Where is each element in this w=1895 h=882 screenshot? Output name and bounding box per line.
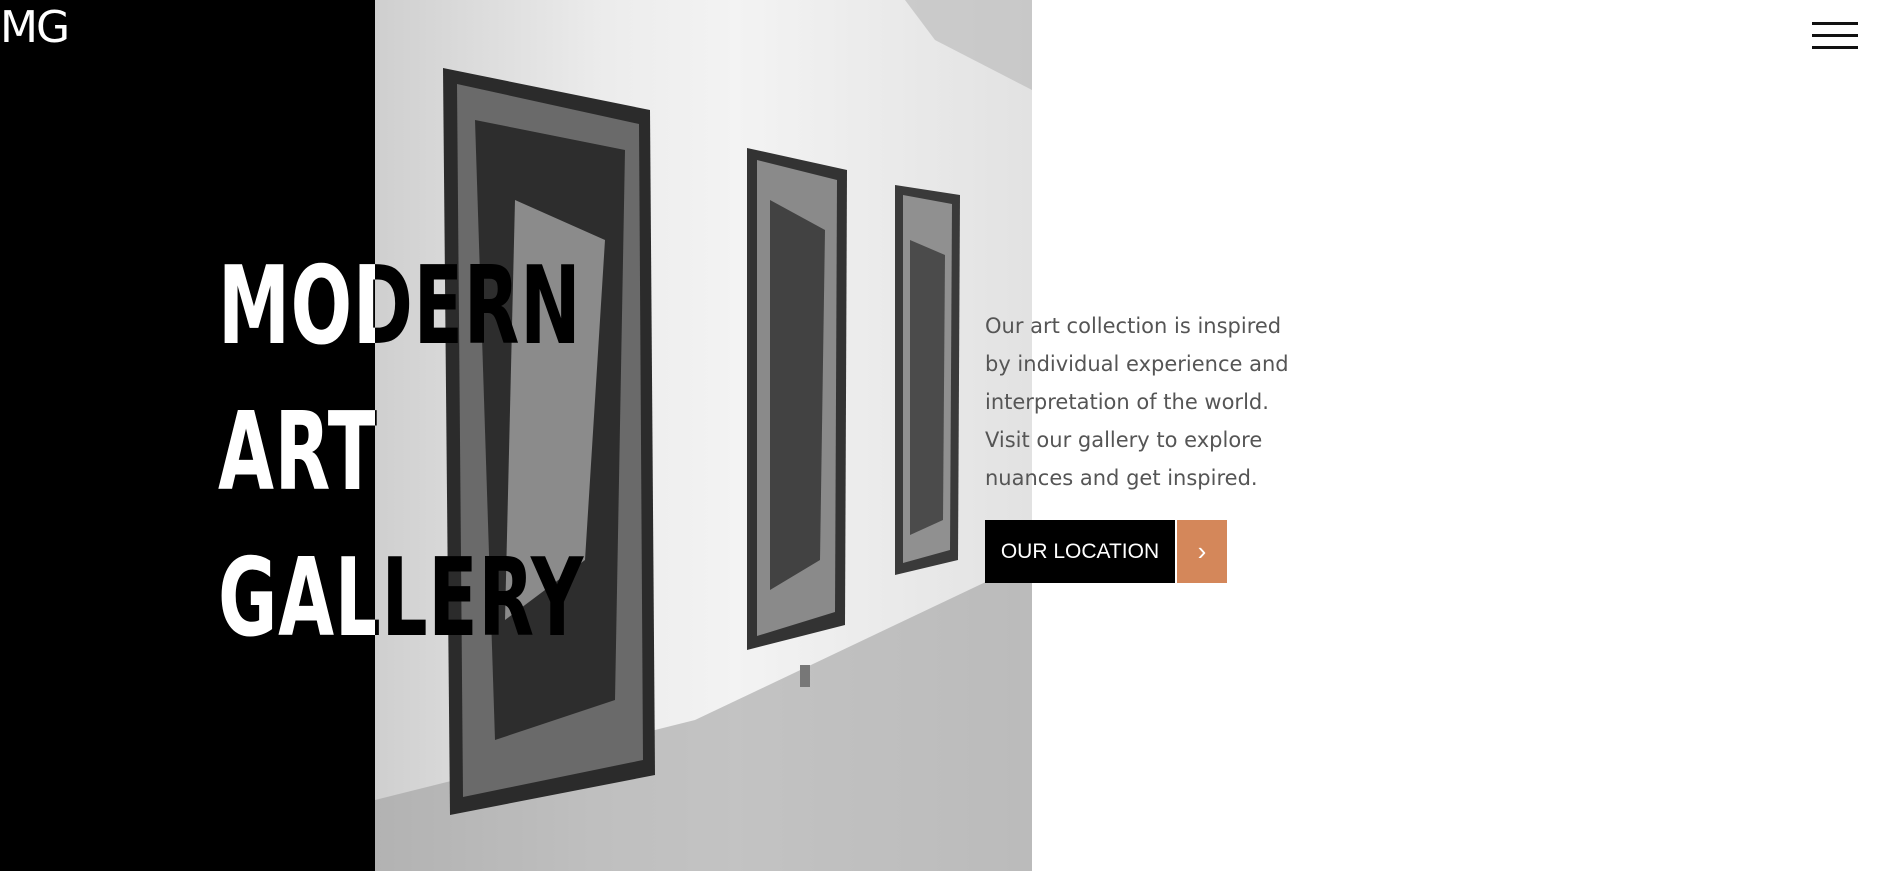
hamburger-menu-icon[interactable] bbox=[1812, 18, 1858, 52]
hero-title-overlay-clip: MODERN ART GALLERY bbox=[0, 0, 375, 871]
menu-bar bbox=[1812, 22, 1858, 25]
menu-bar bbox=[1812, 46, 1858, 49]
our-location-button[interactable]: OUR LOCATION bbox=[985, 520, 1175, 583]
hero-title-line1-white: MODERN ART bbox=[218, 244, 375, 515]
menu-bar bbox=[1812, 34, 1858, 37]
hero-description: Our art collection is inspired by indivi… bbox=[985, 314, 1289, 490]
logo[interactable]: MG bbox=[0, 2, 70, 54]
chevron-right-icon[interactable]: › bbox=[1177, 520, 1227, 583]
our-location-button-group[interactable]: OUR LOCATION › bbox=[985, 520, 1227, 583]
hero-title-white: MODERN ART GALLERY bbox=[218, 234, 375, 672]
hero-title-line2-white: GALLERY bbox=[218, 536, 375, 661]
